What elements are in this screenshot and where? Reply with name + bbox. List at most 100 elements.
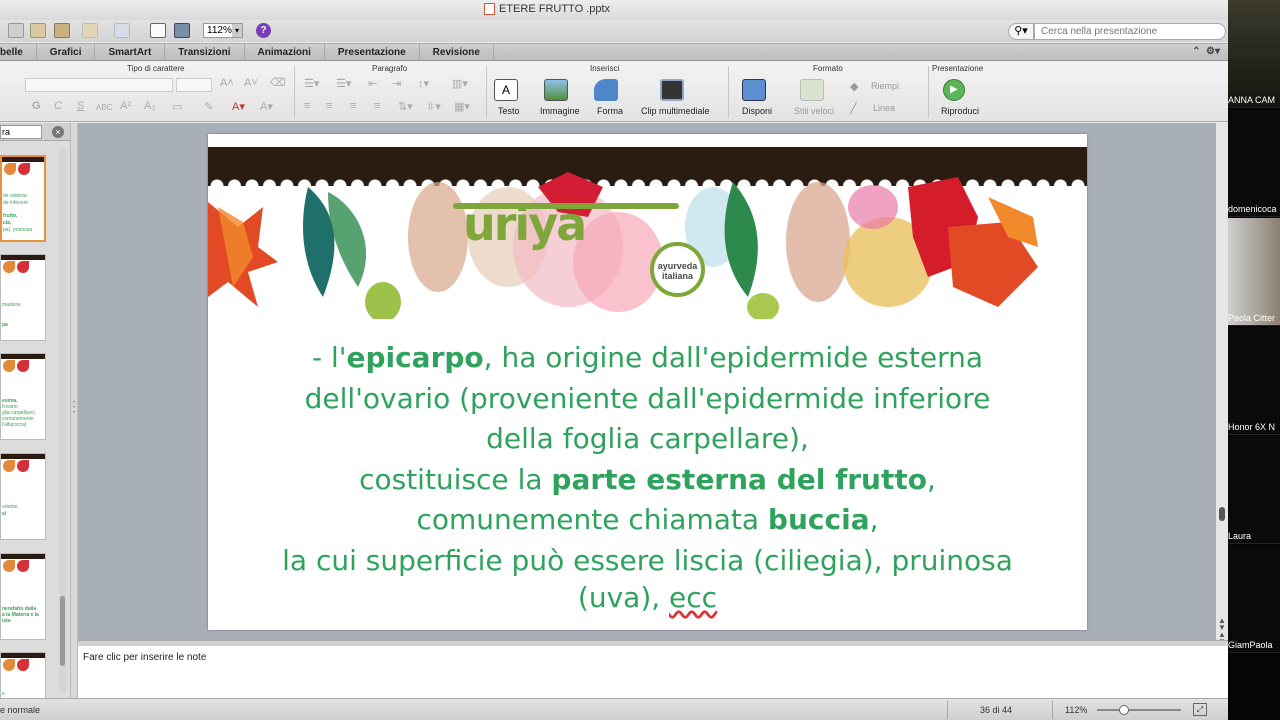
slide-thumbnail[interactable]: mazione pa <box>0 254 46 341</box>
tab-animazioni[interactable]: Animazioni <box>245 44 325 60</box>
arrange-button-label[interactable]: Disponi <box>742 106 772 116</box>
format-painter-icon[interactable] <box>54 23 70 38</box>
panel-splitter[interactable]: • • • <box>70 123 78 698</box>
participant-tile[interactable]: ANNA CAM <box>1228 0 1280 108</box>
bold-button[interactable]: G <box>32 100 41 112</box>
collapse-ribbon-icon[interactable]: ⌃ <box>1192 46 1200 57</box>
shape-icon[interactable] <box>594 79 618 101</box>
slide-scrollbar[interactable]: ▲▼▲▼ <box>1216 123 1228 646</box>
ribbon-tabs: belle Grafici SmartArt Transizioni Anima… <box>0 43 1228 61</box>
search-input[interactable] <box>1034 23 1226 40</box>
participant-tile[interactable]: domenicoca <box>1228 109 1280 217</box>
media-clip-icon[interactable] <box>660 79 684 101</box>
text-box-icon[interactable]: A <box>494 79 518 101</box>
fill-icon[interactable]: ◆ <box>850 80 858 93</box>
play-button-label[interactable]: Riproduci <box>941 106 979 116</box>
font-name-field[interactable] <box>25 78 173 92</box>
notes-pane[interactable]: Fare clic per inserire le note <box>78 646 1228 698</box>
slide-thumbnail[interactable]: esima, l'ovario glia carpellare), comune… <box>0 353 46 440</box>
participant-tile[interactable]: Honor 6X N <box>1228 327 1280 435</box>
font-color-icon[interactable]: A▾ <box>232 100 245 113</box>
slide-layout-icon[interactable] <box>150 23 166 38</box>
tab-smartart[interactable]: SmartArt <box>95 44 166 60</box>
paste-icon[interactable] <box>30 23 46 38</box>
text-direction-icon[interactable]: ⇅▾ <box>398 100 413 113</box>
superscript-button[interactable]: A² <box>120 100 131 112</box>
play-icon[interactable]: ▶ <box>943 79 965 101</box>
grow-font-icon[interactable]: A˄ <box>220 77 234 89</box>
line-label[interactable]: Linea <box>873 103 895 113</box>
shrink-font-icon[interactable]: A˅ <box>244 77 258 89</box>
outdent-icon[interactable]: ⇤ <box>368 77 377 90</box>
zoom-slider[interactable] <box>1097 705 1181 715</box>
slide-thumbnail[interactable]: ortante si <box>0 453 46 540</box>
align-right-icon[interactable]: ≡ <box>350 100 356 112</box>
redo-icon[interactable] <box>114 23 130 38</box>
columns-icon[interactable]: ▥▾ <box>452 77 468 90</box>
align-center-icon[interactable]: ≡ <box>326 100 332 112</box>
bullets-icon[interactable]: ☰▾ <box>304 77 319 90</box>
quick-styles-label[interactable]: Stili veloci <box>794 106 834 116</box>
participant-tile[interactable]: Laura <box>1228 436 1280 544</box>
font-size-field[interactable] <box>176 78 212 92</box>
line-icon[interactable]: ╱ <box>850 102 857 115</box>
search-box[interactable]: ⚲▾ <box>1008 23 1226 40</box>
subscript-button[interactable]: A₂ <box>144 100 156 112</box>
line-spacing-icon[interactable]: ↕▾ <box>418 77 429 90</box>
slide-scrollbar-thumb[interactable] <box>1219 507 1225 521</box>
close-panel-icon[interactable]: × <box>52 126 64 138</box>
copy-icon[interactable] <box>8 23 24 38</box>
help-icon[interactable]: ? <box>256 23 271 38</box>
align-left-icon[interactable]: ≡ <box>304 100 310 112</box>
underline-button[interactable]: S <box>77 100 84 112</box>
image-icon[interactable] <box>544 79 568 101</box>
print-icon[interactable] <box>174 23 190 38</box>
tab-tabelle[interactable]: belle <box>0 44 37 60</box>
undo-icon[interactable] <box>82 23 98 38</box>
zoom-percentage[interactable]: 112% <box>1065 705 1087 715</box>
uriya-logo: uriya <box>463 197 587 251</box>
thumbnails-scrollbar[interactable] <box>59 148 66 693</box>
search-icon[interactable]: ⚲▾ <box>1008 23 1034 40</box>
tab-presentazione[interactable]: Presentazione <box>325 44 420 60</box>
align-text-icon[interactable]: ⇳▾ <box>426 100 441 113</box>
participant-name: domenicoca <box>1228 204 1277 214</box>
slide-body-text[interactable]: - l'epicarpo, ha origine dall'epidermide… <box>228 338 1067 615</box>
participant-tile[interactable]: GiamPaola <box>1228 545 1280 653</box>
zoom-slider-handle[interactable] <box>1119 705 1130 715</box>
slide-thumbnail[interactable]: nerafatto dalla a la Materia e la ista <box>0 553 46 640</box>
text-effects-icon[interactable]: A▾ <box>260 100 273 113</box>
smartart-convert-icon[interactable]: ▦▾ <box>454 100 470 113</box>
document-icon <box>484 3 495 15</box>
clear-format-icon[interactable]: ⌫ <box>270 76 286 89</box>
slide-thumbnail[interactable]: de esterna de inferiore frutto, cia, pa)… <box>0 155 46 242</box>
strikethrough-button[interactable]: ABC <box>96 103 112 112</box>
quick-styles-icon[interactable] <box>800 79 824 101</box>
zoom-select[interactable]: 112% <box>203 23 243 38</box>
ribbon-settings-icon[interactable]: ⚙▾ <box>1206 46 1220 57</box>
text-highlight-icon[interactable]: ✎ <box>204 100 213 113</box>
media-button-label[interactable]: Clip multimediale <box>641 106 710 116</box>
justify-icon[interactable]: ≡ <box>374 100 380 112</box>
ribbon-controls[interactable]: ⌃ ⚙▾ <box>1192 46 1220 57</box>
fit-to-window-icon[interactable]: ⤢ <box>1193 703 1207 716</box>
group-show-title: Presentazione <box>932 64 984 73</box>
panel-tab[interactable]: ra <box>0 125 42 139</box>
shadow-icon[interactable]: ▭ <box>172 100 182 113</box>
text-button-label[interactable]: Testo <box>498 106 520 116</box>
shape-button-label[interactable]: Forma <box>597 106 623 116</box>
participant-tile[interactable]: Paola Citter <box>1228 218 1280 326</box>
tab-transizioni[interactable]: Transizioni <box>165 44 245 60</box>
italic-button[interactable]: C <box>54 100 62 112</box>
arrange-icon[interactable] <box>742 79 766 101</box>
image-button-label[interactable]: Immagine <box>540 106 580 116</box>
view-mode-label[interactable]: e normale <box>0 705 40 715</box>
fill-label[interactable]: Riempi <box>871 81 899 91</box>
current-slide[interactable]: uriya ayurveda italiana - l'epicarpo, ha… <box>208 134 1087 630</box>
tab-revisione[interactable]: Revisione <box>420 44 494 60</box>
text-line-6: la cui superficie può essere liscia (cil… <box>282 543 1013 577</box>
tab-grafici[interactable]: Grafici <box>37 44 96 60</box>
scrollbar-thumb[interactable] <box>60 596 65 666</box>
numbering-icon[interactable]: ☰▾ <box>336 77 351 90</box>
indent-icon[interactable]: ⇥ <box>392 77 401 90</box>
